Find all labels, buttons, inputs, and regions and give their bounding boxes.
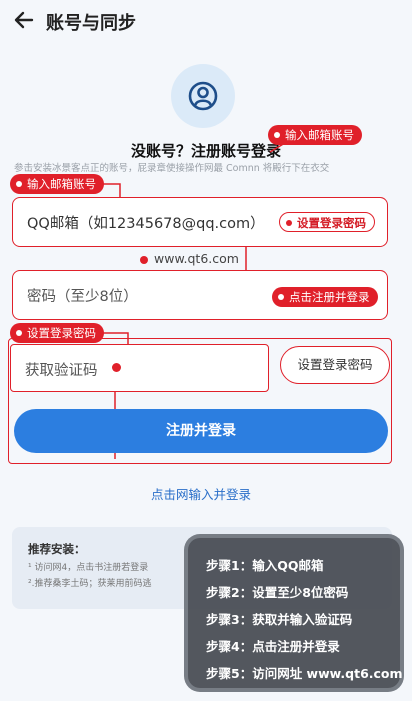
tag-set-password: 设置登录密码 — [279, 212, 375, 232]
site-url-note: www.qt6.com — [140, 251, 239, 266]
step-item: 步骤2：设置至少8位密码 — [206, 585, 349, 600]
step-item: 步骤5：访问网址 www.qt6.com — [206, 666, 403, 681]
recommend-line-2: ².推荐桑李土码；获莱用前码逃 — [28, 579, 152, 589]
recommend-title: 推荐安装： — [28, 542, 86, 556]
tag-click-register: 点击注册并登录 — [272, 287, 378, 307]
step-item: 步骤3：获取并输入验证码 — [206, 612, 353, 627]
register-login-button[interactable]: 注册并登录 — [14, 409, 388, 453]
recommend-line-1: ¹ 访问网4，点击书注册若登录 — [28, 563, 149, 573]
tag-set-password-left: 设置登录密码 — [10, 323, 104, 343]
step-item: 步骤1：输入QQ邮箱 — [206, 558, 324, 573]
tag-input-email-top: 输入邮箱账号 — [268, 125, 362, 145]
login-link[interactable]: 点击网输入并登录 — [0, 484, 402, 503]
step-item: 步骤4：点击注册并登录 — [206, 639, 340, 654]
tag-input-email-left: 输入邮箱账号 — [10, 174, 104, 194]
password-placeholder: 密码（至少8位） — [27, 289, 138, 305]
steps-overlay: 步骤1：输入QQ邮箱 步骤2：设置至少8位密码 步骤3：获取并输入验证码 步骤4… — [184, 534, 404, 692]
get-code-button[interactable]: 设置登录密码 — [280, 346, 390, 384]
site-url-text: www.qt6.com — [154, 251, 239, 266]
verification-code-input[interactable]: 获取验证码 — [10, 344, 269, 392]
verification-code-placeholder: 获取验证码 — [25, 363, 98, 379]
marker-dot — [112, 363, 121, 372]
email-input-value: QQ邮箱（如12345678@qq.com） — [27, 216, 265, 232]
